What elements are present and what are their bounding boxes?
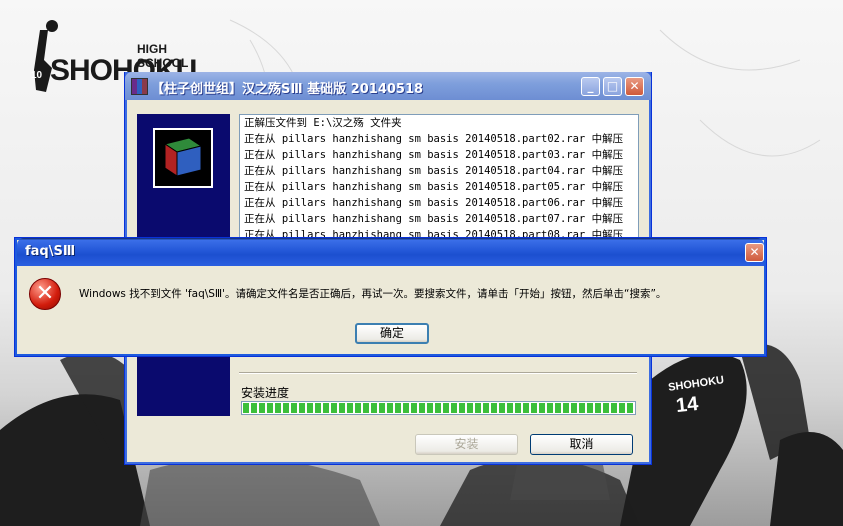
error-dialog: faq\SⅢ ✕ ✕ Windows 找不到文件 'faq\SⅢ'。请确定文件名… <box>14 237 767 357</box>
maximize-button[interactable]: □ <box>603 77 622 96</box>
divider <box>239 372 637 374</box>
logo-number: 10 <box>31 70 43 81</box>
extraction-log[interactable]: 正解压文件到 E:\汉之殇 文件夹 正在从 pillars hanzhishan… <box>239 114 639 240</box>
close-icon: ✕ <box>629 79 640 93</box>
log-line: 正在从 pillars hanzhishang sm basis 2014051… <box>244 133 624 145</box>
log-line: 正在从 pillars hanzhishang sm basis 2014051… <box>244 213 624 225</box>
installer-titlebar[interactable]: 【柱子创世组】汉之殇SⅢ 基础版 20140518 _ □ ✕ <box>125 72 651 100</box>
log-line: 正在从 pillars hanzhishang sm basis 2014051… <box>244 165 624 177</box>
minimize-icon: _ <box>587 79 594 93</box>
log-line: 正解压文件到 E:\汉之殇 文件夹 <box>244 117 402 129</box>
error-close-button[interactable]: ✕ <box>745 243 764 262</box>
ok-button[interactable]: 确定 <box>355 323 429 344</box>
install-button[interactable]: 安装 <box>415 434 518 455</box>
winrar-archive-icon <box>131 78 148 95</box>
error-x-icon: ✕ <box>29 278 61 310</box>
jersey-number: 14 <box>674 392 700 418</box>
log-line: 正在从 pillars hanzhishang sm basis 2014051… <box>244 149 624 161</box>
install-progress-bar <box>241 401 636 415</box>
minimize-button[interactable]: _ <box>581 77 600 96</box>
maximize-icon: □ <box>606 79 619 93</box>
archive-box-icon <box>163 137 203 177</box>
close-button[interactable]: ✕ <box>625 77 644 96</box>
cancel-button[interactable]: 取消 <box>530 434 633 455</box>
error-dialog-title: faq\SⅢ <box>25 244 76 259</box>
error-message: Windows 找不到文件 'faq\SⅢ'。请确定文件名是否正确后，再试一次。… <box>79 288 667 300</box>
installer-title: 【柱子创世组】汉之殇SⅢ 基础版 20140518 <box>151 82 424 97</box>
progress-label: 安装进度 <box>241 386 290 400</box>
logo-subtext: HIGH SCHOOL <box>137 42 189 70</box>
log-line: 正在从 pillars hanzhishang sm basis 2014051… <box>244 197 624 209</box>
archive-logo <box>153 128 213 188</box>
close-icon: ✕ <box>749 245 760 259</box>
log-line: 正在从 pillars hanzhishang sm basis 2014051… <box>244 181 624 193</box>
error-titlebar[interactable]: faq\SⅢ ✕ <box>17 238 764 266</box>
progress-fill <box>243 403 634 413</box>
